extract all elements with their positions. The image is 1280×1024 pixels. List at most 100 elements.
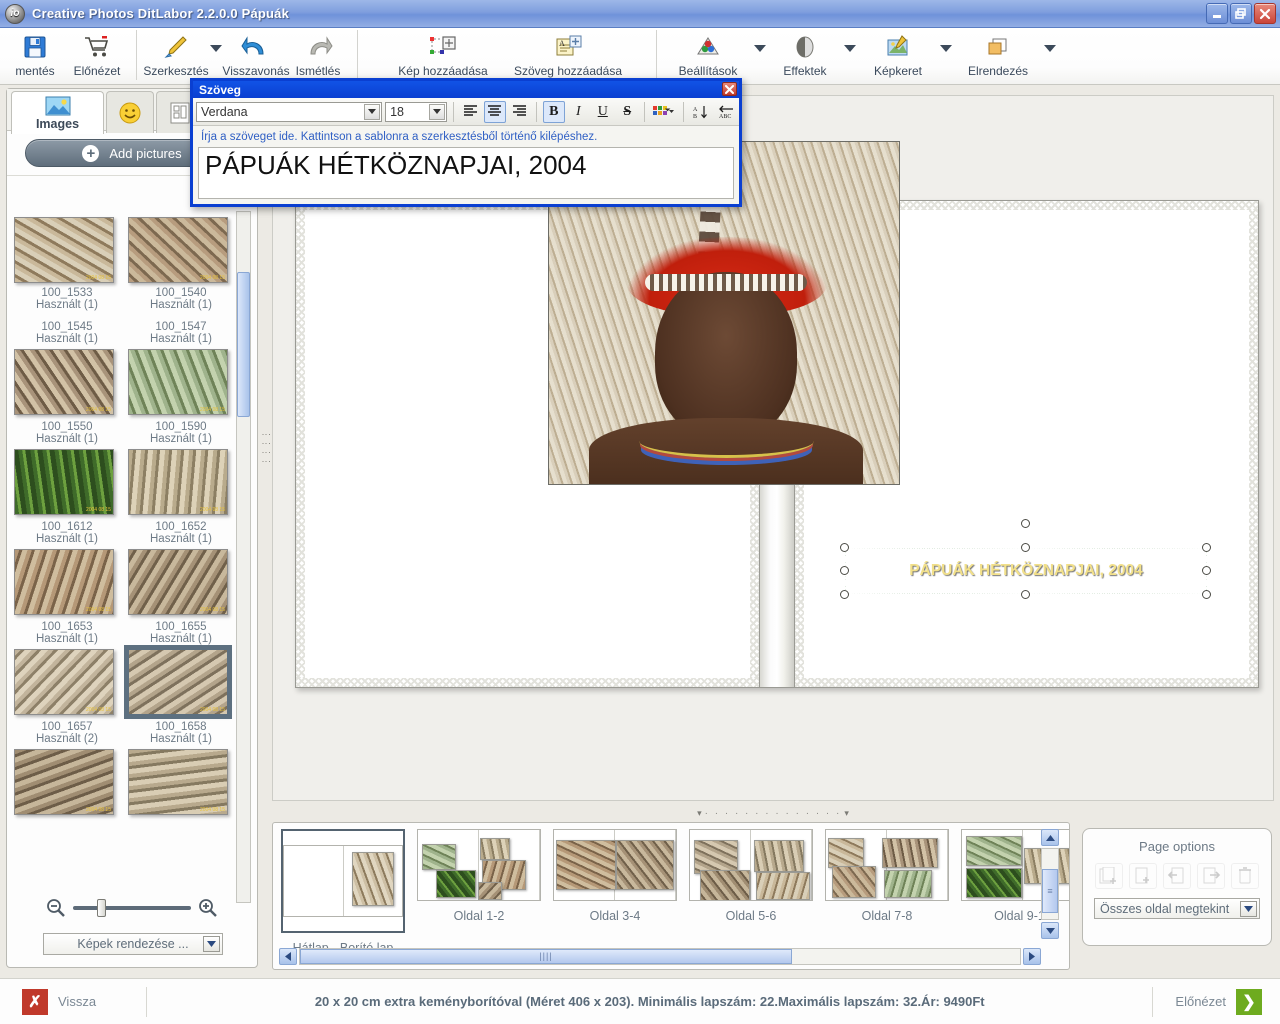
thumbnail-item[interactable]: 2004 08 15 100_1540 Használt (1) bbox=[128, 217, 234, 315]
chevron-down-icon[interactable] bbox=[203, 936, 220, 952]
page-spread-item[interactable]: Oldal 5-6 bbox=[689, 829, 813, 955]
restore-button[interactable] bbox=[1230, 3, 1252, 24]
toolbar-frame-button[interactable]: Képkeret bbox=[859, 28, 937, 83]
thumbnail-image[interactable]: 2004 08 15 bbox=[14, 449, 114, 515]
line-spacing-icon[interactable]: A B bbox=[690, 101, 711, 123]
splitter-collapse-up-icon[interactable]: ▾ bbox=[697, 808, 702, 819]
page-view-select[interactable]: Összes oldal megtekint bbox=[1094, 898, 1260, 919]
text-editor-input[interactable]: PÁPUÁK HÉTKÖZNAPJAI, 2004 bbox=[198, 147, 734, 199]
thumbnail-item[interactable]: 100_1653 Használt (1) 2004 08 15 bbox=[14, 617, 120, 715]
toolbar-redo-button[interactable]: Ismétlés bbox=[287, 28, 349, 83]
text-editor-dialog[interactable]: Szöveg Verdana 18 B I U S A B ABC Írja a… bbox=[190, 78, 742, 207]
page-spread-thumbnail[interactable] bbox=[417, 829, 541, 901]
resize-handle-nw[interactable] bbox=[840, 543, 849, 552]
page-strip-scroll-up-button[interactable] bbox=[1041, 829, 1059, 846]
thumbnail-item[interactable]: 100_1652 Használt (1) 2004 08 15 bbox=[128, 517, 234, 615]
toolbar-add-image-button[interactable]: Kép hozzáadása bbox=[388, 28, 498, 83]
toolbar-add-text-button[interactable]: A Szöveg hozzáadása bbox=[498, 28, 638, 83]
thumbnail-image[interactable]: 2004 08 15 bbox=[14, 349, 114, 415]
font-family-select[interactable]: Verdana bbox=[196, 101, 383, 122]
page-spread-thumbnail[interactable] bbox=[283, 845, 403, 917]
zoom-slider-knob[interactable] bbox=[97, 899, 106, 917]
thumbnail-image[interactable]: 2004 08 15 bbox=[14, 749, 114, 815]
add-pages-icon[interactable] bbox=[1095, 863, 1123, 889]
bold-button[interactable]: B bbox=[543, 100, 565, 123]
thumbnail-image[interactable]: 2004 08 15 bbox=[128, 749, 228, 815]
page-strip-hscroll-track[interactable]: |||| bbox=[299, 947, 1021, 965]
page-strip[interactable]: Hátlap - Borító lap Oldal 1-2 Oldal 3-4 Old… bbox=[272, 822, 1070, 970]
thumbnail-scrollbar-thumb[interactable] bbox=[237, 272, 250, 417]
font-size-chevron-down-icon[interactable] bbox=[428, 103, 445, 120]
thumbnail-image[interactable]: 2004 08 15 bbox=[128, 549, 228, 615]
page-strip-vscrollbar[interactable]: ≡ bbox=[1041, 829, 1059, 939]
zoom-slider[interactable] bbox=[73, 899, 191, 917]
resize-handle-w[interactable] bbox=[840, 566, 849, 575]
resize-handle-n[interactable] bbox=[1021, 543, 1030, 552]
tab-clipart[interactable] bbox=[106, 91, 154, 133]
resize-handle-sw[interactable] bbox=[840, 590, 849, 599]
resize-handle-se[interactable] bbox=[1202, 590, 1211, 599]
page-spread-thumbnail[interactable] bbox=[689, 829, 813, 901]
toolbar-save-button[interactable]: mentés bbox=[4, 28, 66, 83]
align-left-icon[interactable] bbox=[460, 101, 481, 123]
thumbnail-item[interactable]: 100_1550 Használt (1) 2004 08 15 bbox=[14, 417, 120, 515]
move-left-icon[interactable] bbox=[1163, 863, 1191, 889]
resize-handle-s[interactable] bbox=[1021, 590, 1030, 599]
italic-button[interactable]: I bbox=[568, 101, 589, 123]
page-strip-scroll-down-button[interactable] bbox=[1041, 922, 1059, 939]
thumbnail-item[interactable]: 2004 08 15 100_1533 Használt (1) bbox=[14, 217, 120, 315]
resize-handle-ne[interactable] bbox=[1202, 543, 1211, 552]
thumbnail-image[interactable]: 2004 08 15 bbox=[124, 645, 232, 719]
page-spread-selected-frame[interactable] bbox=[281, 829, 405, 933]
zoom-out-icon[interactable] bbox=[45, 898, 67, 918]
sort-images-select[interactable]: Képek rendezése ... bbox=[43, 933, 223, 955]
toolbar-layout-button[interactable]: Elrendezés bbox=[955, 28, 1041, 83]
toolbar-preview-button[interactable]: Előnézet bbox=[66, 28, 128, 83]
thumbnail-image[interactable]: 2004 08 15 bbox=[128, 217, 228, 283]
page-spread-item[interactable]: Oldal 7-8 bbox=[825, 829, 949, 955]
text-color-icon[interactable] bbox=[651, 101, 677, 123]
page-spread-thumbnail[interactable] bbox=[553, 829, 677, 901]
thumbnail-image[interactable]: 2004 08 15 bbox=[128, 449, 228, 515]
thumbnail-scrollbar[interactable] bbox=[236, 211, 251, 903]
preview-button[interactable]: Előnézet ❯ bbox=[1175, 988, 1262, 1015]
thumbnail-item[interactable]: 100_1547 Használt (1) 2004 08 15 bbox=[128, 317, 234, 415]
thumbnail-item[interactable]: 100_1658 Használt (1) 2004 08 15 bbox=[128, 717, 234, 815]
toolbar-effects-button[interactable]: Effektek bbox=[769, 28, 841, 83]
canvas-splitter-horizontal[interactable]: ▾ · · · · · · · · · · · · · · ▾ bbox=[272, 806, 1274, 820]
thumbnail-list[interactable]: 2004 08 15 100_1533 Használt (1) 2004 08 15… bbox=[8, 211, 244, 903]
toolbar-undo-button[interactable]: Visszavonás bbox=[222, 28, 290, 83]
align-right-icon[interactable] bbox=[509, 101, 530, 123]
thumbnail-item[interactable]: 100_1657 Használt (2) 2004 08 15 bbox=[14, 717, 120, 815]
thumbnail-image[interactable]: 2004 08 15 bbox=[14, 217, 114, 283]
spellcheck-icon[interactable]: ABC bbox=[714, 101, 735, 123]
page-spread-thumbnail[interactable] bbox=[825, 829, 949, 901]
page-strip-hscroll-thumb[interactable]: |||| bbox=[300, 948, 792, 964]
page-spread-item[interactable]: Oldal 3-4 bbox=[553, 829, 677, 955]
toolbar-frame-dropdown[interactable] bbox=[937, 28, 955, 83]
thumbnail-image[interactable]: 2004 08 15 bbox=[14, 649, 114, 715]
align-center-icon[interactable] bbox=[484, 100, 506, 123]
toolbar-edit-button[interactable]: Szerkesztés bbox=[143, 28, 209, 83]
rotate-handle[interactable] bbox=[1021, 519, 1030, 528]
thumbnail-item[interactable]: 100_1612 Használt (1) 2004 08 15 bbox=[14, 517, 120, 615]
font-size-select[interactable]: 18 bbox=[385, 101, 447, 122]
page-spread-item[interactable]: Hátlap - Borító lap bbox=[281, 829, 405, 955]
page-strip-vscroll-thumb[interactable]: ≡ bbox=[1042, 869, 1058, 913]
zoom-in-icon[interactable] bbox=[197, 898, 219, 918]
toolbar-settings-dropdown[interactable] bbox=[751, 28, 769, 83]
thumbnail-item[interactable]: 100_1545 Használt (1) 2004 08 15 bbox=[14, 317, 120, 415]
delete-page-icon[interactable] bbox=[1231, 863, 1259, 889]
resize-handle-e[interactable] bbox=[1202, 566, 1211, 575]
chevron-down-icon-page-view[interactable] bbox=[1240, 901, 1257, 917]
thumbnail-item[interactable]: 100_1655 Használt (1) 2004 08 15 bbox=[124, 617, 234, 719]
toolbar-settings-button[interactable]: Beállítások bbox=[665, 28, 751, 83]
page-strip-vscroll-track[interactable]: ≡ bbox=[1041, 848, 1059, 920]
minimize-button[interactable] bbox=[1206, 3, 1228, 24]
toolbar-effects-dropdown[interactable] bbox=[841, 28, 859, 83]
thumbnail-image[interactable]: 2004 08 15 bbox=[14, 549, 114, 615]
splitter-collapse-down-icon[interactable]: ▾ bbox=[844, 808, 849, 819]
font-family-chevron-down-icon[interactable] bbox=[364, 103, 381, 120]
toolbar-layout-dropdown[interactable] bbox=[1041, 28, 1059, 83]
move-right-icon[interactable] bbox=[1197, 863, 1225, 889]
